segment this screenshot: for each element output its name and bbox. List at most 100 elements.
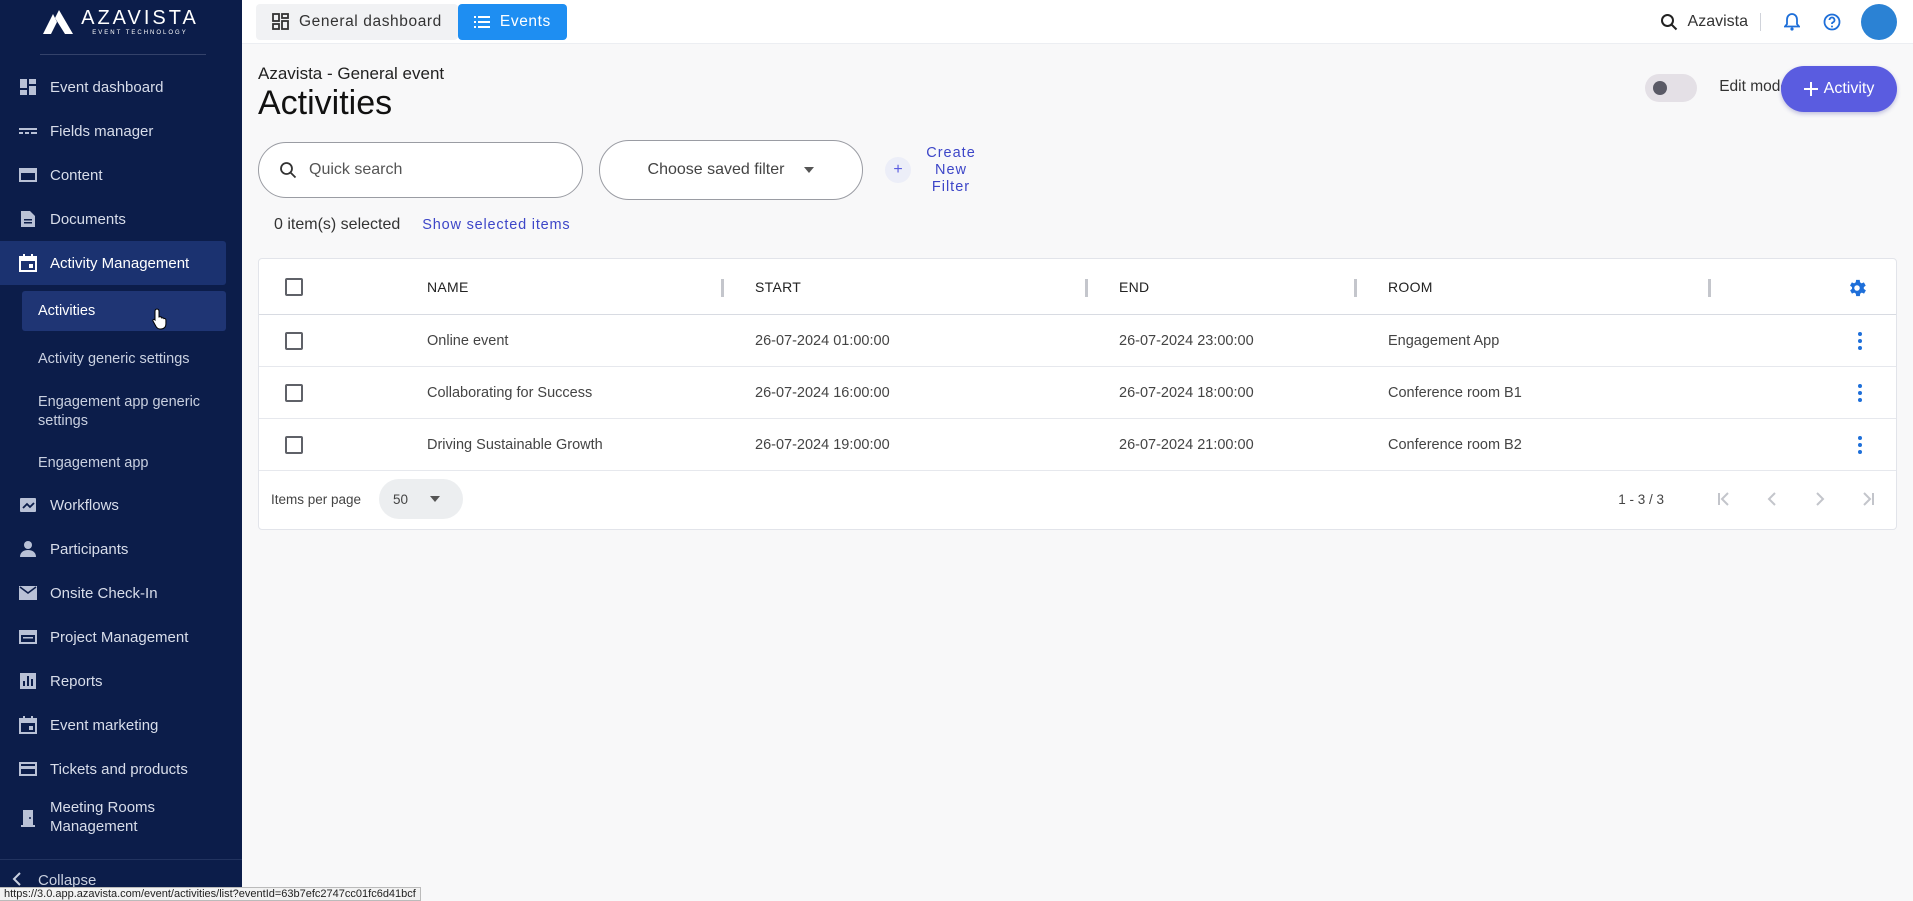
column-header-end[interactable]: END: [1119, 279, 1149, 295]
top-bar: General dashboard Events Azavista: [242, 0, 1913, 44]
door-icon: [18, 808, 38, 828]
sidebar-item-event-dashboard[interactable]: Event dashboard: [0, 65, 242, 109]
row-checkbox[interactable]: [285, 383, 303, 402]
breadcrumb: Azavista - General event: [258, 64, 445, 83]
table-header: NAME START END ROOM: [259, 259, 1896, 315]
column-resize-handle[interactable]: [1354, 279, 1357, 297]
user-avatar[interactable]: [1861, 3, 1897, 40]
caret-down-icon: [430, 496, 441, 502]
table-row[interactable]: Driving Sustainable Growth 26-07-2024 19…: [259, 419, 1896, 471]
chart-icon: [18, 671, 38, 691]
cell-end: 26-07-2024 21:00:00: [1119, 436, 1254, 453]
search-icon: [280, 162, 297, 179]
sidebar-item-tickets-and-products[interactable]: Tickets and products: [0, 747, 242, 791]
show-selected-link[interactable]: Show selected items: [422, 217, 570, 233]
cell-room: Engagement App: [1388, 332, 1500, 349]
activities-table: NAME START END ROOM Online event 26-07-2…: [258, 258, 1897, 530]
help-icon: [1823, 13, 1841, 30]
dashboard-icon: [18, 77, 38, 97]
row-menu-icon[interactable]: [1858, 331, 1862, 350]
cell-name: Online event: [427, 332, 509, 349]
row-menu-icon[interactable]: [1858, 383, 1862, 402]
row-checkbox[interactable]: [285, 331, 303, 350]
row-checkbox[interactable]: [285, 435, 303, 454]
sidebar-item-onsite-check-in[interactable]: Onsite Check-In: [0, 571, 242, 615]
sidebar-subitem-engagement-app-generic-settings[interactable]: Engagement app generic settings: [0, 385, 242, 439]
cell-start: 26-07-2024 01:00:00: [755, 332, 890, 349]
notifications-button[interactable]: [1781, 11, 1803, 33]
previous-page-icon[interactable]: [1762, 489, 1782, 509]
add-activity-button[interactable]: Activity: [1781, 66, 1897, 112]
next-page-icon[interactable]: [1810, 489, 1830, 509]
sidebar-item-event-marketing[interactable]: Event marketing: [0, 703, 242, 747]
sidebar-item-project-management[interactable]: Project Management: [0, 615, 242, 659]
column-header-room[interactable]: ROOM: [1388, 279, 1433, 295]
sidebar: AZAVISTA EVENT TECHNOLOGY Event dashboar…: [0, 0, 242, 901]
cell-name: Driving Sustainable Growth: [427, 436, 603, 453]
sidebar-item-fields-manager[interactable]: Fields manager: [0, 109, 242, 153]
sidebar-item-label: Onsite Check-In: [50, 584, 158, 602]
edit-mode-toggle[interactable]: [1645, 74, 1697, 102]
items-per-page-select[interactable]: 50: [379, 479, 463, 519]
brand-name: AZAVISTA: [81, 7, 199, 29]
create-new-filter-button[interactable]: + Create New Filter: [885, 145, 981, 196]
sidebar-item-workflows[interactable]: Workflows: [0, 483, 242, 527]
help-button[interactable]: [1821, 11, 1843, 33]
fields-icon: [18, 121, 38, 141]
search-icon: [1660, 13, 1677, 30]
sidebar-subitem-activity-generic-settings[interactable]: Activity generic settings: [0, 339, 242, 379]
quick-search-input[interactable]: [309, 161, 549, 179]
caret-down-icon: [804, 167, 815, 173]
pagination: [1714, 489, 1878, 509]
sidebar-item-label: Documents: [50, 210, 126, 228]
cell-room: Conference room B2: [1388, 436, 1522, 453]
saved-filter-select[interactable]: Choose saved filter: [599, 140, 863, 200]
column-resize-handle[interactable]: [721, 279, 724, 297]
sidebar-item-documents[interactable]: Documents: [0, 197, 242, 241]
gear-icon[interactable]: [1846, 277, 1868, 299]
grid-icon: [272, 13, 289, 30]
items-per-page-value: 50: [393, 491, 409, 507]
sidebar-item-participants[interactable]: Participants: [0, 527, 242, 571]
sidebar-subitem-activities[interactable]: Activities: [22, 291, 226, 331]
column-header-name[interactable]: NAME: [427, 279, 469, 295]
tab-general-dashboard[interactable]: General dashboard: [256, 3, 458, 40]
column-resize-handle[interactable]: [1708, 279, 1711, 297]
org-search-button[interactable]: Azavista: [1660, 13, 1748, 31]
column-resize-handle[interactable]: [1085, 279, 1088, 297]
cell-name: Collaborating for Success: [427, 384, 593, 401]
calendar-icon: [18, 715, 38, 735]
sidebar-nav: Event dashboard Fields manager Content D…: [0, 65, 242, 285]
sidebar-subitem-engagement-app[interactable]: Engagement app: [0, 443, 242, 483]
last-page-icon[interactable]: [1858, 489, 1878, 509]
sidebar-item-meeting-rooms-management[interactable]: Meeting Rooms Management: [0, 791, 242, 845]
document-icon: [18, 209, 38, 229]
page-range: 1 - 3 / 3: [1618, 491, 1664, 507]
logo-mark-icon: [43, 10, 74, 34]
create-filter-label: Create New Filter: [926, 144, 976, 195]
select-all-checkbox[interactable]: [285, 277, 303, 296]
tab-events[interactable]: Events: [457, 3, 567, 40]
table-row[interactable]: Online event 26-07-2024 01:00:00 26-07-2…: [259, 315, 1896, 367]
quick-search: [258, 142, 583, 198]
saved-filter-label: Choose saved filter: [647, 161, 785, 178]
tab-label: Events: [499, 12, 551, 30]
cell-end: 26-07-2024 18:00:00: [1119, 384, 1254, 401]
first-page-icon[interactable]: [1714, 489, 1734, 509]
sidebar-item-activity-management[interactable]: Activity Management: [0, 241, 226, 285]
table-row[interactable]: Collaborating for Success 26-07-2024 16:…: [259, 367, 1896, 419]
azavista-logo[interactable]: AZAVISTA EVENT TECHNOLOGY: [0, 0, 242, 44]
sidebar-item-label: Workflows: [50, 496, 119, 514]
items-per-page-label: Items per page: [271, 491, 362, 507]
sidebar-item-reports[interactable]: Reports: [0, 659, 242, 703]
sidebar-item-label: Event dashboard: [50, 78, 164, 96]
cell-start: 26-07-2024 19:00:00: [755, 436, 890, 453]
tab-label: General dashboard: [299, 12, 442, 30]
person-icon: [18, 539, 38, 559]
plus-icon: +: [885, 157, 911, 183]
plus-icon: [1803, 82, 1818, 96]
sidebar-subitem-label: Engagement app: [38, 454, 149, 471]
column-header-start[interactable]: START: [755, 279, 801, 295]
sidebar-item-content[interactable]: Content: [0, 153, 242, 197]
row-menu-icon[interactable]: [1858, 435, 1862, 454]
